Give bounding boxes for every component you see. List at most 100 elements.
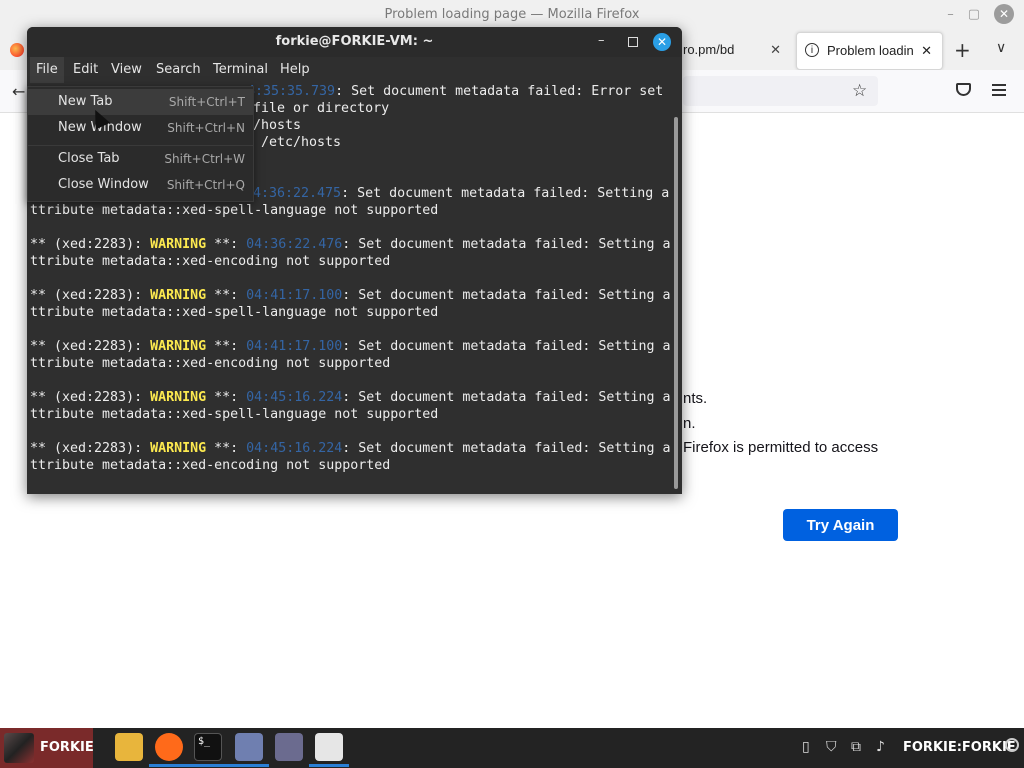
output-line: ** (xed:2283): WARNING **: 04:41:17.100:… (30, 338, 670, 355)
output-line: 4:35:35.739: Set document metadata faile… (247, 83, 663, 100)
url-bar[interactable] (683, 76, 878, 106)
output-line: ttribute metadata::xed-encoding not supp… (30, 458, 391, 473)
menu-terminal[interactable]: Terminal (207, 57, 274, 83)
output-line: ttribute metadata::xed-spell-language no… (30, 305, 439, 320)
warning-label: WARNING (150, 390, 207, 405)
new-tab-button[interactable]: + (954, 38, 971, 62)
firefox-window-title: Problem loading page — Mozilla Firefox (0, 0, 1024, 30)
menu-view[interactable]: View (105, 57, 148, 83)
timestamp: 04:41:17.100 (246, 288, 343, 303)
minimize-icon[interactable]: – (947, 7, 954, 22)
message: : Set document metadata failed: Error se… (335, 84, 664, 99)
text-editor-icon[interactable] (235, 733, 263, 761)
minimize-icon[interactable]: – (598, 27, 605, 55)
menu-item-close-tab[interactable]: Close Tab Shift+Ctrl+W (28, 146, 253, 172)
timestamp: 4:35:35.739 (247, 84, 336, 99)
warning-label: WARNING (150, 288, 207, 303)
output-line: /hosts (253, 118, 302, 133)
warning-label: WARNING (150, 339, 207, 354)
output-line: ** (xed:2283): WARNING **: 04:36:22.476:… (30, 236, 670, 253)
terminal-title: forkie@FORKIE-VM: ~ (27, 27, 682, 57)
maximize-icon[interactable]: ▢ (968, 7, 980, 22)
menu-item-shortcut: Shift+Ctrl+T (168, 95, 245, 109)
bookmark-star-icon[interactable]: ☆ (852, 81, 867, 101)
prefix: ** (xed:2283): (30, 288, 151, 303)
firefox-window-controls: – ▢ ✕ (947, 4, 1014, 24)
output-line: 04:36:22.475: Set document metadata fail… (245, 185, 669, 202)
tab-problem-loading[interactable]: i Problem loadin ✕ (796, 32, 943, 70)
stars: **: (206, 237, 247, 252)
message: : Set document metadata failed: Setting … (342, 441, 671, 456)
terminal-launcher-icon[interactable]: $_ (194, 733, 222, 761)
terminal-scrollbar[interactable] (674, 117, 678, 489)
power-icon[interactable] (1005, 738, 1019, 752)
menu-item-new-window[interactable]: New Window Shift+Ctrl+N (28, 115, 253, 141)
user-label[interactable]: FORKIE:FORKIE (903, 728, 1016, 768)
menu-item-close-window[interactable]: Close Window Shift+Ctrl+Q (28, 172, 253, 198)
tab-close-icon[interactable]: ✕ (770, 34, 781, 66)
tab-label: ro.pm/bd (683, 42, 735, 57)
message: : Set document metadata failed: Setting … (341, 186, 670, 201)
menu-file[interactable]: File (30, 57, 64, 83)
message: : Set document metadata failed: Setting … (342, 288, 671, 303)
active-window-indicator (309, 764, 349, 767)
output-line: ttribute metadata::xed-encoding not supp… (30, 254, 391, 269)
timestamp: 04:45:16.224 (246, 390, 343, 405)
error-text-line: n. (683, 415, 696, 432)
output-line: ** (xed:2283): WARNING **: 04:45:16.224:… (30, 389, 670, 406)
active-window-indicator (149, 764, 189, 767)
file-menu-dropdown: New Tab Shift+Ctrl+T New Window Shift+Ct… (27, 86, 254, 202)
tab-label: Problem loadin (827, 43, 914, 58)
back-icon[interactable]: ← (12, 82, 25, 101)
prefix: ** (xed:2283): (30, 441, 151, 456)
timestamp: 04:36:22.475 (245, 186, 342, 201)
menu-item-shortcut: Shift+Ctrl+W (164, 152, 245, 166)
tab-ro-pm[interactable]: ro.pm/bd ✕ (683, 34, 793, 66)
menu-item-new-tab[interactable]: New Tab Shift+Ctrl+T (28, 89, 253, 115)
output-line: file or directory (253, 101, 390, 116)
timestamp: 04:45:16.224 (246, 441, 343, 456)
hamburger-menu-icon[interactable] (992, 84, 1006, 99)
volume-icon[interactable]: ♪ (876, 739, 885, 755)
output-line: ttribute metadata::xed-encoding not supp… (30, 356, 391, 371)
output-line: ttribute metadata::xed-spell-language no… (30, 203, 439, 218)
active-window-indicator (189, 764, 229, 767)
error-text-line: nts. (683, 390, 708, 407)
menu-edit[interactable]: Edit (67, 57, 104, 83)
message: : Set document metadata failed: Setting … (342, 339, 671, 354)
stars: **: (206, 339, 247, 354)
error-text-line: Firefox is permitted to access (683, 439, 879, 456)
info-icon: i (805, 43, 819, 57)
prefix: ** (xed:2283): (30, 339, 151, 354)
shield-icon[interactable]: ⛉ (826, 739, 837, 755)
tab-close-icon[interactable]: ✕ (921, 33, 932, 69)
close-icon[interactable]: ✕ (653, 33, 671, 51)
start-menu-image-icon (4, 733, 34, 763)
close-icon[interactable]: ✕ (994, 4, 1014, 24)
active-window-indicator (229, 764, 269, 767)
maximize-icon[interactable] (628, 37, 638, 47)
app-grid-icon[interactable] (275, 733, 303, 761)
network-icon[interactable]: ⧉ (851, 739, 861, 755)
prefix: ** (xed:2283): (30, 390, 151, 405)
output-line: ** (xed:2283): WARNING **: 04:41:17.100:… (30, 287, 670, 304)
firefox-launcher-icon[interactable] (155, 733, 183, 761)
try-again-button[interactable]: Try Again (783, 509, 898, 541)
file-manager-icon[interactable] (115, 733, 143, 761)
firefox-logo-icon (10, 43, 24, 57)
clipboard-icon[interactable]: ▯ (802, 739, 810, 755)
notes-icon[interactable] (315, 733, 343, 761)
message: : Set document metadata failed: Setting … (342, 390, 671, 405)
output-line: ** (xed:2283): WARNING **: 04:45:16.224:… (30, 440, 670, 457)
warning-label: WARNING (150, 441, 207, 456)
start-menu-label: FORKIE (40, 740, 94, 755)
menu-item-shortcut: Shift+Ctrl+N (167, 121, 245, 135)
stars: **: (206, 390, 247, 405)
message: : Set document metadata failed: Setting … (342, 237, 671, 252)
menu-help[interactable]: Help (274, 57, 316, 83)
stars: **: (206, 288, 247, 303)
menu-search[interactable]: Search (150, 57, 207, 83)
tab-list-button[interactable]: ∨ (996, 40, 1006, 56)
timestamp: 04:41:17.100 (246, 339, 343, 354)
warning-label: WARNING (150, 237, 207, 252)
